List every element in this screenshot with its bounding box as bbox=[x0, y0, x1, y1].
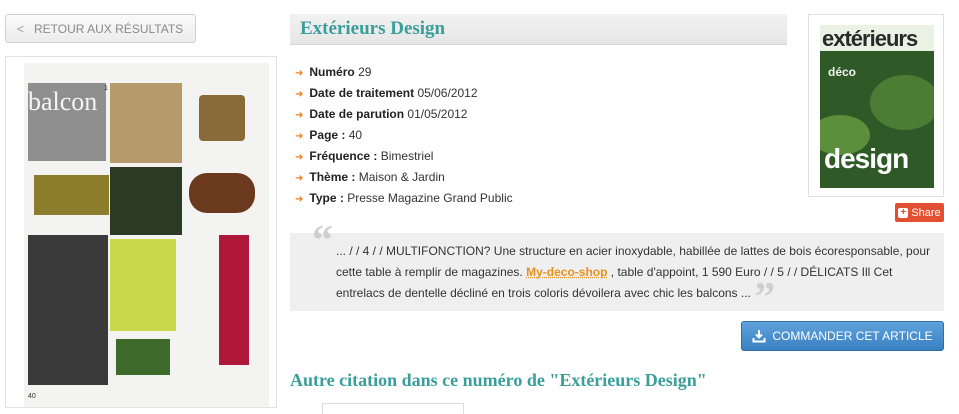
detail-key: Date de traitement bbox=[309, 86, 415, 100]
plus-icon: + bbox=[898, 207, 909, 218]
magazine-title: Extérieurs Design bbox=[300, 18, 446, 39]
detail-key: Thème : bbox=[309, 170, 356, 184]
arrow-right-icon: ➜ bbox=[295, 152, 304, 163]
detail-item: ➜ Type : Presse Magazine Grand Public bbox=[295, 188, 513, 209]
detail-key: Date de parution bbox=[309, 107, 405, 121]
scan-text-column bbox=[110, 239, 176, 331]
detail-item: ➜ Numéro 29 bbox=[295, 62, 513, 83]
other-quote-card[interactable] bbox=[322, 403, 464, 414]
magazine-cover-image: extérieurs déco design bbox=[820, 25, 934, 188]
detail-item: ➜ Date de parution 01/05/2012 bbox=[295, 104, 513, 125]
cover-hedge bbox=[870, 75, 934, 130]
arrow-right-icon: ➜ bbox=[295, 194, 304, 205]
detail-value: 40 bbox=[348, 128, 363, 142]
detail-item: ➜ Page : 40 bbox=[295, 125, 513, 146]
scan-photo-table bbox=[34, 175, 109, 215]
share-button[interactable]: + Share bbox=[895, 203, 944, 222]
page-scan-image: balcon 1 5 40 bbox=[24, 63, 269, 407]
magazine-title-bar: Extérieurs Design bbox=[290, 14, 787, 45]
back-to-results-label: RETOUR AUX RÉSULTATS bbox=[34, 21, 184, 36]
scan-page-mark: 1 bbox=[104, 85, 108, 92]
detail-value: 29 bbox=[358, 65, 372, 79]
scan-photo-grass bbox=[116, 339, 170, 375]
detail-item: ➜ Thème : Maison & Jardin bbox=[295, 167, 513, 188]
scan-photo-wall-planter bbox=[219, 235, 249, 365]
order-article-label: COMMANDER CET ARTICLE bbox=[772, 329, 933, 343]
magazine-cover[interactable]: extérieurs déco design bbox=[808, 14, 944, 197]
detail-key: Page : bbox=[309, 128, 346, 142]
cover-brand: extérieurs bbox=[822, 26, 918, 51]
scan-photo-lounger bbox=[189, 173, 255, 213]
share-label: Share bbox=[911, 206, 941, 219]
other-quotes-heading: Autre citation dans ce numéro de "Extéri… bbox=[290, 370, 707, 390]
scan-word: balcon bbox=[28, 87, 98, 116]
detail-key: Fréquence : bbox=[309, 149, 378, 163]
magazine-details-list: ➜ Numéro 29 ➜ Date de traitement 05/06/201… bbox=[295, 62, 513, 209]
scan-photo-cushion bbox=[199, 95, 245, 141]
detail-item: ➜ Date de traitement 05/06/2012 bbox=[295, 83, 513, 104]
arrow-right-icon: ➜ bbox=[295, 89, 304, 100]
detail-value: 05/06/2012 bbox=[417, 86, 478, 100]
close-quote-icon: ” bbox=[754, 275, 776, 321]
arrow-right-icon: ➜ bbox=[295, 110, 304, 121]
scan-page-mark: 40 bbox=[28, 393, 36, 400]
detail-value: 01/05/2012 bbox=[407, 107, 468, 121]
page-scan-thumbnail[interactable]: balcon 1 5 40 bbox=[5, 56, 277, 408]
scan-photo-plants bbox=[110, 167, 182, 235]
article-quote: “ ... / / 4 / / MULTIFONCTION? Une struc… bbox=[290, 218, 944, 319]
arrow-right-icon: ➜ bbox=[295, 131, 304, 142]
detail-value: Presse Magazine Grand Public bbox=[347, 191, 513, 205]
order-article-button[interactable]: COMMANDER CET ARTICLE bbox=[741, 321, 944, 351]
detail-key: Type : bbox=[309, 191, 344, 205]
detail-item: ➜ Fréquence : Bimestriel bbox=[295, 146, 513, 167]
scan-photo-curtain bbox=[28, 235, 108, 385]
arrow-right-icon: ➜ bbox=[295, 68, 304, 79]
chevron-left-icon: < bbox=[17, 21, 25, 36]
download-icon bbox=[752, 330, 766, 343]
cover-design-word: design bbox=[824, 143, 909, 174]
back-to-results-button[interactable]: < RETOUR AUX RÉSULTATS bbox=[5, 14, 196, 43]
cover-line: déco bbox=[828, 65, 857, 79]
scan-page-mark: 5 bbox=[104, 379, 108, 386]
arrow-right-icon: ➜ bbox=[295, 173, 304, 184]
detail-key: Numéro bbox=[309, 65, 355, 79]
detail-value: Maison & Jardin bbox=[358, 170, 445, 184]
detail-value: Bimestriel bbox=[380, 149, 434, 163]
open-quote-icon: “ bbox=[312, 218, 333, 264]
brand-link[interactable]: My-deco-shop bbox=[526, 265, 607, 279]
scan-photo-building bbox=[110, 83, 182, 163]
